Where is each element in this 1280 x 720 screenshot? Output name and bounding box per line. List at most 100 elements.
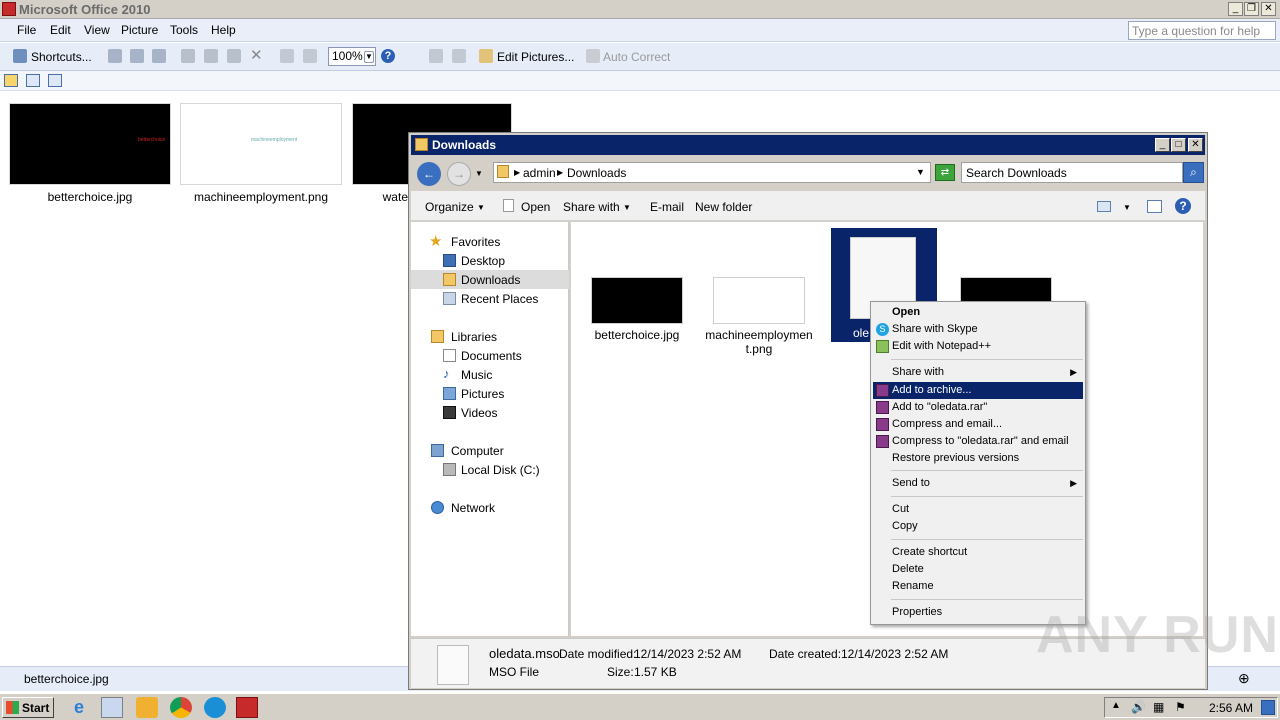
cut-icon[interactable] [181, 49, 195, 63]
menu-item-open[interactable]: Open [873, 304, 1083, 321]
save-icon[interactable] [108, 49, 122, 63]
rotate-right-icon[interactable] [452, 49, 466, 63]
menu-item-delete[interactable]: Delete [873, 561, 1083, 578]
show-hidden-icons-icon[interactable]: ▲ [1111, 700, 1121, 711]
chevron-right-icon[interactable]: ▶ [514, 168, 520, 177]
undo-icon[interactable] [280, 49, 294, 63]
file-thumbnail-machineemployment[interactable] [713, 277, 805, 324]
nav-videos[interactable]: Videos [411, 403, 569, 422]
menu-item-rename[interactable]: Rename [873, 578, 1083, 595]
back-arrow-icon[interactable]: ← [417, 162, 441, 186]
menu-edit[interactable]: Edit [50, 23, 71, 37]
chevron-down-icon[interactable]: ▼ [477, 203, 485, 212]
menu-item-compress-email[interactable]: Compress and email... [873, 416, 1083, 433]
office-picture-manager-icon[interactable] [236, 697, 258, 718]
chevron-down-icon[interactable]: ▼ [1123, 203, 1131, 212]
preview-pane-icon[interactable] [1147, 200, 1162, 213]
breadcrumb-downloads[interactable]: Downloads [567, 166, 626, 180]
nav-documents[interactable]: Documents [411, 346, 569, 365]
thumbnail-machineemployment[interactable]: machineemployment [180, 103, 342, 185]
network-tray-icon[interactable]: ▦ [1153, 700, 1164, 714]
media-player-icon[interactable] [136, 697, 158, 718]
menu-item-edit-notepad[interactable]: Edit with Notepad++ [873, 338, 1083, 355]
help-icon[interactable]: ? [1175, 198, 1191, 214]
paste-icon[interactable] [227, 49, 241, 63]
redo-icon[interactable] [303, 49, 317, 63]
thumbnail-view-icon[interactable] [4, 74, 18, 87]
breadcrumb-admin[interactable]: admin [523, 166, 556, 180]
nav-music[interactable]: ♪ Music [411, 365, 569, 384]
auto-correct-button[interactable]: Auto Correct [603, 48, 670, 66]
close-button[interactable]: ✕ [1261, 2, 1276, 16]
new-folder-button[interactable]: New folder [695, 200, 752, 214]
menu-item-cut[interactable]: Cut [873, 501, 1083, 518]
action-center-icon[interactable]: ⚑ [1175, 700, 1186, 714]
nav-computer[interactable]: Computer [411, 441, 569, 460]
menu-file[interactable]: File [17, 23, 36, 37]
forward-arrow-icon[interactable]: → [447, 162, 471, 186]
edit-pictures-button[interactable]: Edit Pictures... [497, 48, 574, 66]
copy-icon[interactable] [204, 49, 218, 63]
menu-help[interactable]: Help [211, 23, 236, 37]
refresh-icon[interactable]: ⇄ [935, 164, 955, 181]
file-name[interactable]: machineemploymen t.png [703, 328, 815, 356]
nav-desktop[interactable]: Desktop [411, 251, 569, 270]
history-dropdown-icon[interactable]: ▼ [475, 169, 483, 178]
change-view-icon[interactable] [1097, 201, 1111, 212]
file-name[interactable]: betterchoice.jpg [581, 328, 693, 342]
nav-libraries[interactable]: Libraries [411, 327, 569, 346]
minimize-button[interactable]: _ [1155, 138, 1170, 152]
thumbnail-betterchoice[interactable]: betterchoice [9, 103, 171, 185]
single-view-icon[interactable] [48, 74, 62, 87]
restore-button[interactable]: ❐ [1244, 2, 1259, 16]
chevron-down-icon[interactable]: ▼ [623, 203, 631, 212]
start-button[interactable]: Start [2, 697, 54, 718]
print-icon[interactable] [130, 49, 144, 63]
show-desktop-icon[interactable] [1261, 700, 1275, 715]
nav-local-disk[interactable]: Local Disk (C:) [411, 460, 569, 479]
minimize-button[interactable]: _ [1228, 2, 1243, 16]
delete-icon[interactable]: ✕ [250, 46, 264, 64]
nav-network[interactable]: Network [411, 498, 569, 517]
chrome-icon[interactable] [170, 697, 192, 718]
search-input[interactable]: Search Downloads [961, 162, 1183, 183]
edge-icon[interactable] [204, 697, 226, 718]
open-button[interactable]: Open [521, 200, 550, 214]
chevron-down-icon[interactable]: ▼ [364, 51, 374, 63]
menu-picture[interactable]: Picture [121, 23, 158, 37]
volume-icon[interactable]: 🔊 [1131, 700, 1146, 714]
search-icon[interactable]: ⌕ [1183, 162, 1204, 183]
zoom-in-icon[interactable]: ⊕ [1238, 670, 1250, 687]
file-thumbnail-betterchoice[interactable] [591, 277, 683, 324]
menu-view[interactable]: View [84, 23, 110, 37]
menu-item-create-shortcut[interactable]: Create shortcut [873, 544, 1083, 561]
nav-favorites[interactable]: ★ Favorites [411, 232, 569, 251]
maximize-button[interactable]: □ [1171, 138, 1186, 152]
nav-downloads[interactable]: Downloads [411, 270, 569, 289]
menu-item-compress-rar-email[interactable]: Compress to "oledata.rar" and email [873, 433, 1083, 450]
close-button[interactable]: ✕ [1188, 138, 1203, 152]
help-icon[interactable]: ? [381, 49, 395, 63]
share-with-button[interactable]: Share with [563, 200, 620, 214]
nav-recent-places[interactable]: Recent Places [411, 289, 569, 308]
explorer-taskbar-icon[interactable] [101, 697, 123, 718]
nav-pictures[interactable]: Pictures [411, 384, 569, 403]
help-search-input[interactable]: Type a question for help [1128, 21, 1276, 40]
email-icon[interactable] [152, 49, 166, 63]
chevron-down-icon[interactable]: ▼ [916, 167, 925, 177]
shortcuts-button[interactable]: Shortcuts... [31, 48, 92, 66]
chevron-right-icon[interactable]: ▶ [557, 168, 563, 177]
menu-item-share-with[interactable]: Share with ▶ [873, 364, 1083, 381]
menu-item-add-archive[interactable]: Add to archive... [873, 382, 1083, 399]
email-button[interactable]: E-mail [650, 200, 684, 214]
menu-item-send-to[interactable]: Send to ▶ [873, 475, 1083, 492]
organize-button[interactable]: Organize [425, 200, 474, 214]
menu-item-copy[interactable]: Copy [873, 518, 1083, 535]
rotate-left-icon[interactable] [429, 49, 443, 63]
address-input[interactable]: ▶ admin ▶ Downloads ▼ [493, 162, 931, 183]
menu-item-share-skype[interactable]: S Share with Skype [873, 321, 1083, 338]
clock[interactable]: 2:56 AM [1209, 701, 1253, 715]
menu-item-add-rar[interactable]: Add to "oledata.rar" [873, 399, 1083, 416]
menu-item-restore[interactable]: Restore previous versions [873, 450, 1083, 467]
menu-tools[interactable]: Tools [170, 23, 198, 37]
